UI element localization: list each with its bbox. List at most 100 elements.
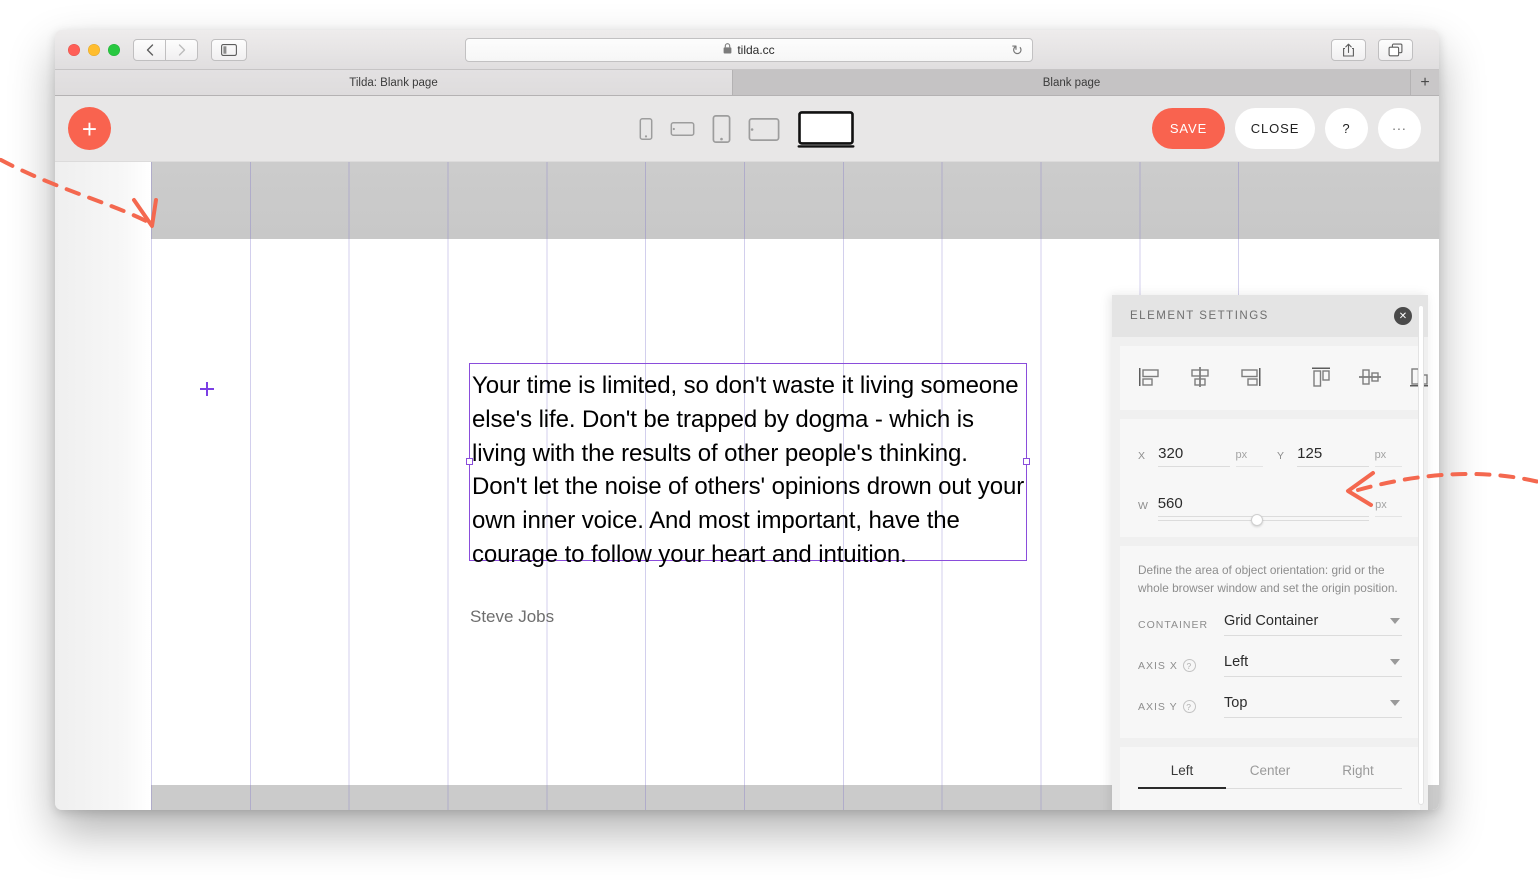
plus-icon: +	[82, 116, 97, 142]
axis-y-label-text: AXIS Y	[1138, 701, 1178, 713]
w-row: W 560 px	[1120, 495, 1420, 517]
axis-x-value: Left	[1224, 654, 1248, 670]
window-maximize-button[interactable]	[108, 44, 120, 56]
xy-row: X 320 px Y 125 px	[1120, 445, 1420, 467]
tab-align-left[interactable]: Left	[1138, 763, 1226, 789]
panel-header: ELEMENT SETTINGS ✕	[1112, 295, 1428, 337]
chevron-down-icon	[1390, 618, 1400, 624]
axis-x-label-text: AXIS X	[1138, 660, 1178, 672]
w-unit: px	[1375, 499, 1402, 517]
resize-handle-left[interactable]	[466, 458, 473, 465]
origin-crosshair-marker	[200, 382, 214, 396]
close-icon[interactable]: ✕	[1394, 307, 1412, 325]
container-description: Define the area of object orientation: g…	[1120, 562, 1420, 597]
more-options-button[interactable]: ...	[1378, 108, 1421, 149]
close-editor-button[interactable]: CLOSE	[1235, 108, 1315, 149]
tab-blank-page[interactable]: Blank page	[733, 70, 1411, 95]
window-close-button[interactable]	[68, 44, 80, 56]
tab-strip: Tilda: Blank page Blank page +	[55, 70, 1439, 96]
desktop-icon	[798, 111, 855, 148]
tab-label: Blank page	[1043, 77, 1101, 89]
quote-text[interactable]: Your time is limited, so don't waste it …	[470, 364, 1026, 572]
lock-icon	[723, 43, 732, 57]
selected-text-element[interactable]: Your time is limited, so don't waste it …	[469, 363, 1027, 561]
tab-align-center[interactable]: Center	[1226, 763, 1314, 789]
resize-handle-right[interactable]	[1023, 458, 1030, 465]
plus-icon: +	[1420, 74, 1429, 92]
help-button[interactable]: ?	[1325, 108, 1368, 149]
x-input[interactable]: 320	[1158, 445, 1229, 467]
device-phone-portrait-button[interactable]	[640, 118, 653, 140]
panel-title: ELEMENT SETTINGS	[1130, 310, 1269, 322]
close-label: CLOSE	[1251, 121, 1300, 136]
align-center-horizontal-icon[interactable]	[1187, 366, 1213, 388]
show-all-tabs-icon	[1388, 43, 1403, 57]
align-top-icon[interactable]	[1308, 366, 1334, 388]
browser-titlebar: tilda.cc ↻	[55, 30, 1439, 70]
url-text: tilda.cc	[737, 43, 774, 57]
attribution-text[interactable]: Steve Jobs	[470, 607, 554, 627]
device-tablet-portrait-button[interactable]	[713, 115, 731, 143]
share-button[interactable]	[1331, 39, 1366, 61]
alignment-card	[1120, 346, 1420, 410]
axis-y-select[interactable]: Top	[1224, 695, 1402, 718]
sidebar-toggle-button[interactable]	[211, 39, 247, 61]
device-switcher	[640, 96, 855, 162]
tab-label: Tilda: Blank page	[349, 77, 437, 89]
w-slider-thumb[interactable]	[1251, 514, 1263, 526]
w-slider-track[interactable]	[1158, 520, 1369, 521]
w-value: 560	[1158, 495, 1183, 512]
axis-x-select-row: AXIS X ? Left	[1120, 654, 1420, 677]
container-select-row: CONTAINER Grid Container	[1120, 613, 1420, 636]
alignment-row	[1120, 366, 1420, 388]
device-tablet-landscape-button[interactable]	[749, 118, 780, 141]
y-unit: px	[1375, 449, 1402, 467]
x-label: X	[1138, 450, 1158, 467]
x-unit: px	[1236, 449, 1263, 467]
y-input[interactable]: 125	[1297, 445, 1368, 467]
y-label: Y	[1277, 450, 1297, 467]
help-icon[interactable]: ?	[1183, 659, 1196, 672]
canvas-left-gutter	[55, 162, 151, 810]
tablet-portrait-icon	[713, 115, 731, 143]
question-mark-icon: ?	[1342, 121, 1350, 136]
save-label: SAVE	[1170, 121, 1207, 136]
new-tab-button[interactable]: +	[1411, 70, 1439, 95]
w-label: W	[1138, 500, 1158, 517]
panel-scrollbar-thumb[interactable]	[1418, 305, 1424, 805]
add-block-button[interactable]: +	[68, 107, 111, 150]
show-all-tabs-button[interactable]	[1378, 39, 1413, 61]
container-card: Define the area of object orientation: g…	[1120, 546, 1420, 738]
align-middle-vertical-icon[interactable]	[1357, 366, 1383, 388]
panel-body: X 320 px Y 125 px W 560	[1112, 337, 1428, 810]
page-canvas[interactable]: Your time is limited, so don't waste it …	[55, 162, 1439, 810]
panel-scrollbar-track[interactable]	[1419, 295, 1426, 810]
w-input[interactable]: 560	[1158, 495, 1369, 517]
align-left-icon[interactable]	[1138, 366, 1164, 388]
reload-icon[interactable]: ↻	[1011, 42, 1023, 59]
address-bar[interactable]: tilda.cc ↻	[465, 38, 1033, 62]
help-icon[interactable]: ?	[1183, 700, 1196, 713]
align-right-icon[interactable]	[1236, 366, 1262, 388]
device-phone-landscape-button[interactable]	[671, 122, 695, 136]
editor-toolbar: +	[55, 96, 1439, 162]
axis-y-label: AXIS Y ?	[1138, 700, 1224, 713]
position-card: X 320 px Y 125 px W 560	[1120, 419, 1420, 537]
tab-align-right[interactable]: Right	[1314, 763, 1402, 789]
phone-portrait-icon	[640, 118, 653, 140]
save-button[interactable]: SAVE	[1152, 108, 1225, 149]
device-desktop-button[interactable]	[798, 111, 855, 148]
tab-tilda-blank-page[interactable]: Tilda: Blank page	[55, 70, 733, 95]
ellipsis-icon: ...	[1392, 117, 1407, 133]
axis-x-select[interactable]: Left	[1224, 654, 1402, 677]
toolbar-actions: SAVE CLOSE ? ...	[1152, 108, 1421, 149]
chevron-down-icon	[1390, 700, 1400, 706]
text-align-tabs: Left Center Right	[1120, 763, 1420, 789]
page-header-block[interactable]	[55, 162, 1439, 239]
back-button[interactable]	[133, 39, 166, 61]
window-minimize-button[interactable]	[88, 44, 100, 56]
container-select[interactable]: Grid Container	[1224, 613, 1402, 636]
sidebar-toggle-icon	[221, 44, 237, 56]
forward-button[interactable]	[165, 39, 198, 61]
browser-window: tilda.cc ↻ Tilda: Blank page Blank page …	[55, 30, 1439, 810]
